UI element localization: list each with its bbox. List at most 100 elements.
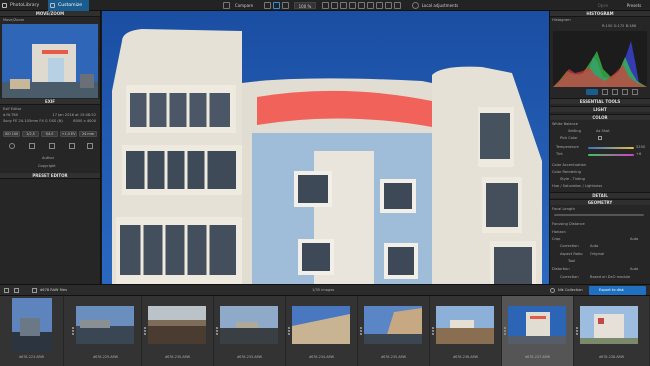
distortion-correction-value[interactable]: Based on DxO module: [590, 275, 630, 279]
crop-auto-value[interactable]: Auto: [630, 237, 638, 241]
hsl-row[interactable]: Hue / Saturation / Lightness: [552, 184, 602, 188]
temperature-slider[interactable]: [588, 147, 634, 149]
distortion-row[interactable]: Distortion: [552, 267, 570, 271]
thumbnail-image: [76, 306, 134, 344]
temperature-value[interactable]: 5200: [636, 145, 645, 149]
thumbnail-name: d678-230.ARW: [164, 355, 191, 359]
straighten-icon[interactable]: [331, 2, 338, 9]
folder-icon: [32, 288, 37, 293]
thumbnail-image: [148, 306, 206, 344]
thumbnail-name: d678-235.ARW: [380, 355, 407, 359]
navigator-preview[interactable]: [2, 24, 98, 98]
histogram-plot: [553, 41, 647, 87]
export-button[interactable]: Export to disk: [589, 286, 646, 295]
thumbnail-image: [580, 306, 638, 344]
geometry-header[interactable]: GEOMETRY: [550, 199, 650, 205]
red-eye-icon[interactable]: [349, 2, 356, 9]
luminance-channel-icon[interactable]: [632, 89, 638, 95]
thumbnail-6[interactable]: d678-235.ARW: [358, 296, 430, 366]
thumbnail-image: [220, 306, 278, 344]
setting-select[interactable]: As Shot: [596, 129, 610, 133]
image-viewer[interactable]: [102, 11, 549, 284]
hand-tool-icon[interactable]: [273, 2, 280, 9]
green-channel-icon[interactable]: [612, 89, 618, 95]
local-adjustments-icon[interactable]: [412, 2, 419, 9]
thumbnail-5[interactable]: d678-234.ARW: [286, 296, 358, 366]
preset-editor-header[interactable]: PRESET EDITOR: [0, 173, 100, 179]
filmstrip: d678-223.ARW d678-229.ARW d678-230.ARW d…: [0, 296, 650, 366]
crop-tool-icon[interactable]: [264, 2, 271, 9]
thumbnail-1[interactable]: d678-223.ARW: [0, 296, 64, 366]
rgb-channel-button[interactable]: [586, 89, 598, 95]
tool-label: Tool: [568, 259, 575, 263]
presets-button[interactable]: Presets: [622, 2, 646, 9]
tab-customize[interactable]: Customize: [48, 0, 89, 11]
before-after-icon[interactable]: [394, 2, 401, 9]
style-tinting-row[interactable]: Style - Tinting: [560, 177, 585, 181]
top-toolbar: PhotoLibrary Customize Compare 100 % Loc…: [0, 0, 650, 11]
histogram-header[interactable]: HISTOGRAM: [550, 11, 650, 17]
color-header[interactable]: COLOR: [550, 114, 650, 120]
folder-label[interactable]: d678 RAW files: [40, 288, 67, 292]
focal-length-slider[interactable]: [554, 214, 644, 216]
crop-row[interactable]: Crop: [552, 237, 560, 241]
filmstrip-toolbar: d678 RAW files 1/35 images Nik Collectio…: [0, 284, 650, 296]
crop-icon[interactable]: [340, 2, 347, 9]
thumbnail-7[interactable]: d678-236.ARW: [430, 296, 502, 366]
exif-iso: ISO 100: [3, 131, 20, 137]
red-channel-icon[interactable]: [602, 89, 608, 95]
exif-ev: +1.0 EV: [60, 131, 77, 137]
movezoom-header[interactable]: MOVE/ZOOM: [0, 11, 100, 17]
horizon-row[interactable]: Horizon: [552, 230, 566, 234]
tint-value[interactable]: +6: [636, 152, 641, 156]
camera-icon: [29, 143, 35, 149]
sort-icon[interactable]: [4, 288, 9, 293]
thumbnail-9[interactable]: d678-238.ARW: [574, 296, 650, 366]
detail-header[interactable]: DETAIL: [550, 192, 650, 198]
thumbnail-2[interactable]: d678-229.ARW: [70, 296, 142, 366]
nik-collection-button[interactable]: Nik Collection: [558, 288, 583, 292]
compare-icon[interactable]: [223, 2, 230, 9]
thumbnail-image: [12, 298, 52, 352]
repair-icon[interactable]: [358, 2, 365, 9]
exif-header[interactable]: EXIF: [0, 99, 100, 105]
blue-channel-icon[interactable]: [622, 89, 628, 95]
filter-icon[interactable]: [14, 288, 19, 293]
exif-icon-row: [3, 141, 97, 151]
color-accentuation-row[interactable]: Color Accentuation: [552, 163, 586, 167]
image-count: 1/35 images: [312, 288, 335, 292]
author-label: Author: [42, 156, 55, 160]
local-adjustments-button[interactable]: Local adjustments: [420, 2, 460, 9]
correction-label: Correction: [560, 244, 579, 248]
white-balance-label[interactable]: White Balance: [552, 122, 578, 126]
copyright-label: Copyright: [38, 164, 56, 168]
color-rendering-row[interactable]: Color Rendering: [552, 170, 581, 174]
tint-slider[interactable]: [588, 154, 634, 156]
rotate-icon[interactable]: [322, 2, 329, 9]
exif-editor-label: Exif Editor: [3, 107, 22, 111]
thumbnail-4[interactable]: d678-233.ARW: [214, 296, 286, 366]
compare-button[interactable]: Compare: [231, 2, 257, 9]
perspective-icon[interactable]: [376, 2, 383, 9]
thumbnail-8-selected[interactable]: d678-237.ARW: [502, 296, 574, 366]
thumbnail-name: d678-237.ARW: [524, 355, 551, 359]
zoom-level-select[interactable]: 100 %: [294, 2, 316, 9]
fit-icon[interactable]: [282, 2, 289, 9]
navigator-image: [2, 24, 98, 98]
tab-photolibrary[interactable]: PhotoLibrary: [0, 0, 48, 11]
horizon-icon[interactable]: [367, 2, 374, 9]
light-header[interactable]: LIGHT: [550, 106, 650, 112]
thumbnail-image: [436, 306, 494, 344]
thumbnail-3[interactable]: d678-230.ARW: [142, 296, 214, 366]
essential-tools-header[interactable]: ESSENTIAL TOOLS: [550, 98, 650, 104]
thumbnail-name: d678-223.ARW: [18, 355, 45, 359]
correction-value[interactable]: Auto: [590, 244, 598, 248]
thumbnail-name: d678-236.ARW: [452, 355, 479, 359]
thumbnail-name: d678-233.ARW: [236, 355, 263, 359]
open-button[interactable]: Open: [593, 2, 613, 9]
aspect-ratio-select[interactable]: Original: [590, 252, 604, 256]
watermark-icon[interactable]: [385, 2, 392, 9]
distortion-value[interactable]: Auto: [630, 267, 638, 271]
exif-shutter: 1/2,5: [22, 131, 39, 137]
eyedropper-icon[interactable]: [598, 136, 602, 140]
